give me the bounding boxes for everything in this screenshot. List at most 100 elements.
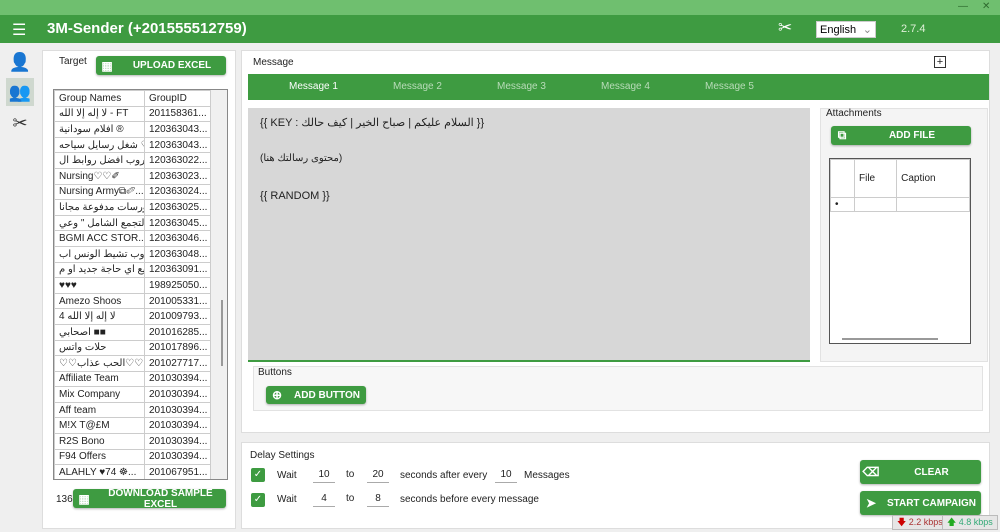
attachments-table[interactable]: File Caption •: [829, 158, 971, 344]
group-id-cell: 120363043...: [144, 136, 211, 154]
delay-max-input[interactable]: 20: [367, 467, 389, 483]
tab-message-3[interactable]: Message 3: [497, 81, 546, 92]
attachments-label: Attachments: [826, 108, 882, 119]
group-name-cell: حلات واتس: [54, 339, 145, 357]
col-group-id[interactable]: GroupID: [144, 90, 211, 107]
hamburger-menu-icon[interactable]: ☰: [12, 20, 26, 40]
tab-message-4[interactable]: Message 4: [601, 81, 650, 92]
group-id-cell: 201030394...: [144, 370, 211, 388]
download-speed: 🡇 2.2 kbps: [892, 515, 948, 530]
group-count: 136: [56, 494, 73, 505]
table-row[interactable]: M!X T@£M 201030394...: [54, 417, 211, 435]
col-group-names[interactable]: Group Names: [54, 90, 145, 107]
group-name-cell: Nursing♡♡✐: [54, 167, 145, 185]
table-row[interactable]: لا إله إلا الله 4 201009793...: [54, 308, 211, 325]
add-file-label: ADD FILE: [888, 130, 936, 141]
arrow-down-icon: 🡇: [897, 517, 907, 527]
target-label: Target: [59, 56, 87, 67]
table-row[interactable]: Mix Company 201030394...: [54, 386, 211, 403]
group-id-cell: 201030394...: [144, 433, 211, 450]
table-row[interactable]: كورسات مدفوعة مجانا 120363025...: [54, 199, 211, 216]
group-id-cell: 201158361...: [144, 105, 211, 123]
upload-excel-button[interactable]: ▦ UPLOAD EXCEL: [96, 56, 226, 75]
table-scrollbar[interactable]: [221, 300, 223, 366]
tools-icon[interactable]: ✂: [778, 18, 792, 38]
table-row[interactable]: BGMI ACC STOR... 120363046...: [54, 230, 211, 247]
table-row[interactable]: Aff team 201030394...: [54, 401, 211, 419]
group-name-cell: R2S Bono: [54, 433, 145, 450]
message-editor[interactable]: {{ KEY : السلام عليكم | صباح الخير | كيف…: [248, 108, 810, 362]
app-title: 3M-Sender (+201555512759): [47, 20, 247, 37]
table-row[interactable]: F94 Offers 201030394...: [54, 448, 211, 466]
close-icon[interactable]: ✕: [982, 1, 990, 12]
language-value: English: [820, 24, 857, 36]
user-icon[interactable]: 👤: [6, 48, 34, 76]
start-campaign-button[interactable]: ➤ START CAMPAIGN: [860, 491, 981, 515]
group-name-cell: ALAHLY ♥74 ☸...: [54, 464, 145, 479]
group-name-cell: اصحابي ■■: [54, 323, 145, 341]
group-id-cell: 120363043...: [144, 121, 211, 138]
delay2-max-input[interactable]: 8: [367, 491, 389, 507]
table-row[interactable]: Amezo Shoos 201005331...: [54, 292, 211, 310]
upload-speed-value: 4.8 kbps: [958, 517, 993, 527]
groups-table[interactable]: Group Names GroupID لا إله إلا الله - FT 2…: [53, 89, 228, 480]
group-name-cell: التجمع الشامل " وعي ♀ ": [54, 214, 145, 232]
group-id-cell: 201030394...: [144, 448, 211, 466]
table-row[interactable]: شغل رسايل سياحه ♡120363043...: [54, 136, 211, 154]
table-row[interactable]: Nursing♡♡✐ 120363023...: [54, 167, 211, 185]
table-row[interactable]: افلام سودانية ® 120363043...: [54, 121, 211, 138]
delay-min-input[interactable]: 10: [313, 467, 335, 483]
col-caption[interactable]: Caption: [896, 159, 970, 198]
language-select[interactable]: English ⌄: [816, 21, 876, 38]
table-row[interactable]: حلات واتس 201017896...: [54, 339, 211, 357]
group-id-cell: 120363091...: [144, 261, 211, 279]
top-strip: — ✕: [0, 0, 1000, 15]
message-count-input[interactable]: 10: [495, 467, 517, 483]
group-id-cell: 120363048...: [144, 245, 211, 263]
table-row[interactable]: ALAHLY ♥74 ☸... 201067951...: [54, 464, 211, 479]
delay-panel: [241, 442, 990, 529]
group-id-cell: 201067951...: [144, 464, 211, 479]
table-row[interactable]: ♡♡الحب عذاب♡♡ 201027717...: [54, 355, 211, 372]
group-name-cell: بيع اي حاجة جديد او م...: [54, 261, 145, 279]
table-row[interactable]: التجمع الشامل " وعي ♀ "120363045...: [54, 214, 211, 232]
add-message-icon[interactable]: +: [934, 56, 946, 68]
external-link-icon: ⧉: [837, 128, 847, 142]
group-name-cell: Amezo Shoos: [54, 292, 145, 310]
table-row[interactable]: جروب افضل روابط ال...120363022...: [54, 152, 211, 169]
wait-label: Wait: [277, 494, 297, 505]
table-row[interactable]: اصحابي ■■ 201016285...: [54, 323, 211, 341]
start-campaign-label: START CAMPAIGN: [886, 497, 977, 509]
table-row[interactable]: ♥♥♥ 198925050...: [54, 277, 211, 294]
table-row[interactable]: بيع اي حاجة جديد او م...120363091...: [54, 261, 211, 279]
download-sample-excel-button[interactable]: ▦ DOWNLOAD SAMPLE EXCEL: [73, 488, 226, 510]
delay-before-checkbox[interactable]: ✓: [251, 493, 265, 507]
group-name-cell: Mix Company: [54, 386, 145, 403]
group-id-cell: 201030394...: [144, 417, 211, 435]
message-label: Message: [253, 57, 294, 68]
tab-message-1[interactable]: Message 1: [289, 81, 338, 92]
table-row[interactable]: R2S Bono 201030394...: [54, 433, 211, 450]
send-icon: ➤: [865, 496, 877, 510]
add-file-button[interactable]: ⧉ ADD FILE: [831, 126, 971, 145]
title-bar: ☰ 3M-Sender (+201555512759) ✂ English ⌄ 2…: [0, 15, 1000, 43]
table-row[interactable]: لا إله إلا الله - FT 201158361...: [54, 105, 211, 123]
table-row[interactable]: Affiliate Team 201030394...: [54, 370, 211, 388]
tab-message-5[interactable]: Message 5: [705, 81, 754, 92]
attachments-hscroll[interactable]: [842, 338, 938, 340]
col-file[interactable]: File: [853, 159, 898, 198]
group-name-cell: Nursing Army⧉✐...: [54, 183, 145, 201]
delay-after-checkbox[interactable]: ✓: [251, 468, 265, 482]
side-nav: 👤 👥 ✂: [0, 43, 40, 532]
add-button-button[interactable]: ⊕ ADD BUTTON: [266, 386, 366, 404]
tools-nav-icon[interactable]: ✂: [6, 109, 34, 137]
minimize-icon[interactable]: —: [958, 1, 968, 12]
editor-line: {{ RANDOM }}: [260, 190, 330, 202]
table-row[interactable]: جروب تشيط الونس اب120363048...: [54, 245, 211, 263]
tab-message-2[interactable]: Message 2: [393, 81, 442, 92]
clear-button[interactable]: ⌫ CLEAR: [860, 460, 981, 484]
version-label: 2.7.4: [901, 23, 926, 35]
delay2-min-input[interactable]: 4: [313, 491, 335, 507]
table-row[interactable]: Nursing Army⧉✐... 120363024...: [54, 183, 211, 201]
group-icon[interactable]: 👥: [6, 78, 34, 106]
